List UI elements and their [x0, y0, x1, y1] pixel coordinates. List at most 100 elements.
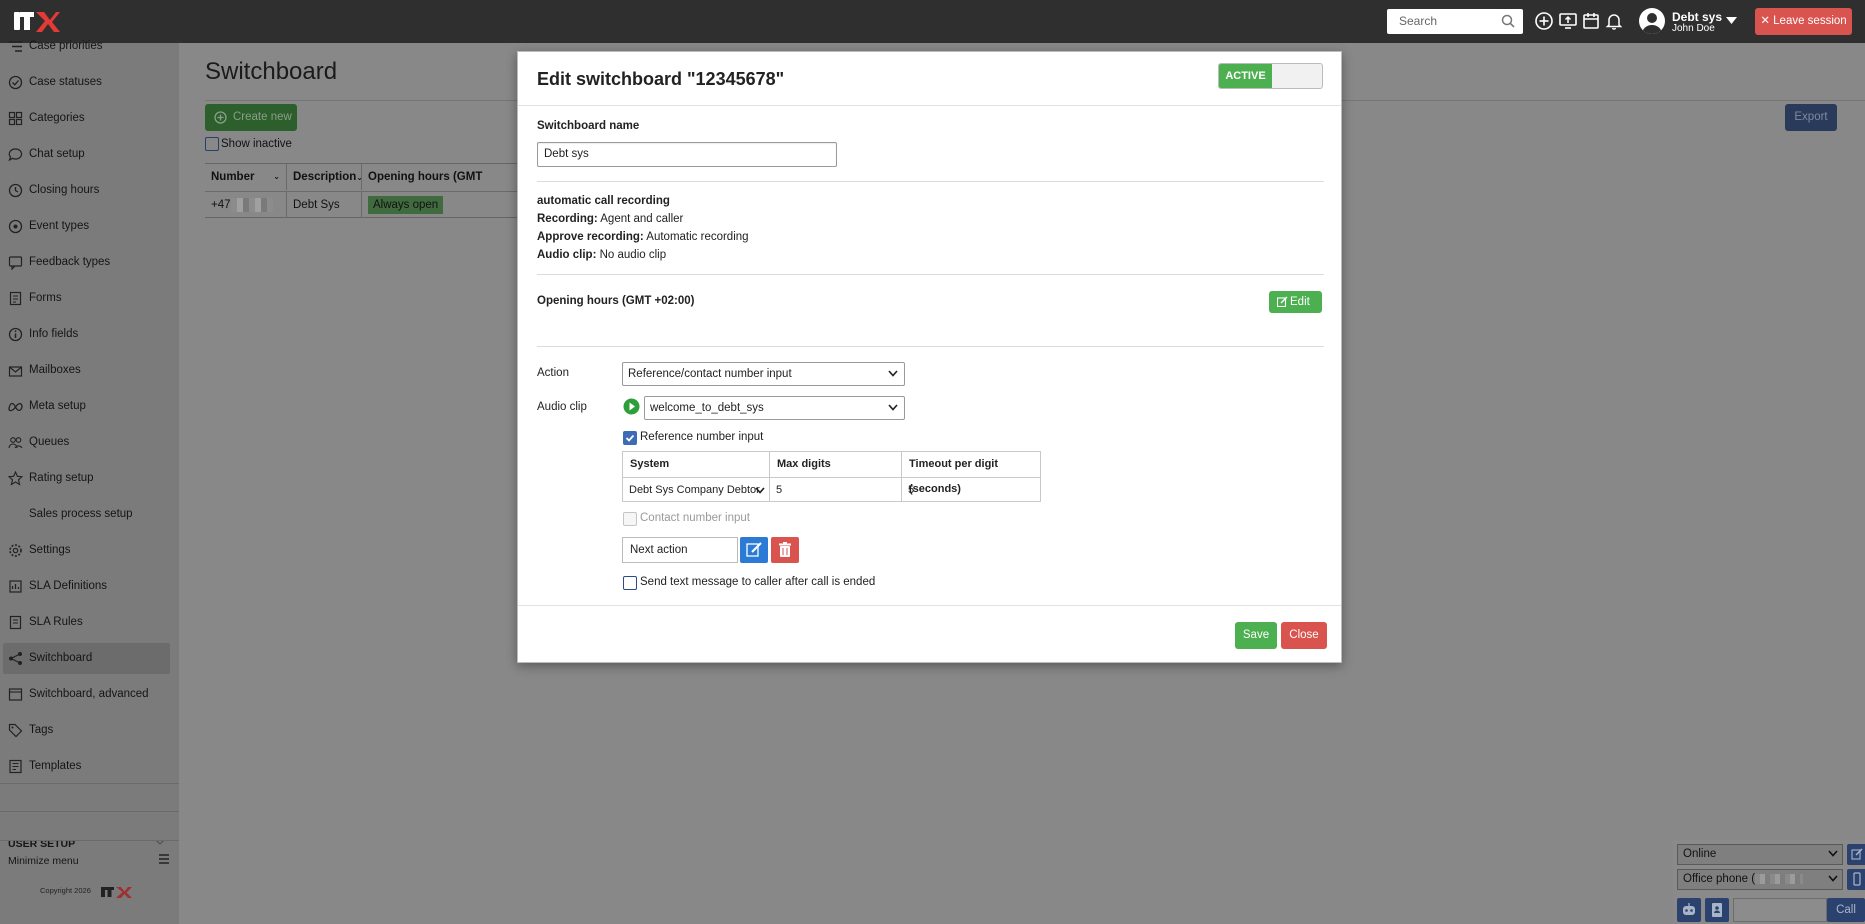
mobile-device-button[interactable]: [1847, 869, 1865, 890]
modal-footer-divider: [518, 605, 1341, 606]
edit-status-button[interactable]: [1847, 844, 1865, 865]
contacts-button[interactable]: [1705, 898, 1729, 922]
sidebar-item-categories[interactable]: Categories: [3, 103, 170, 134]
opening-hours-label: Opening hours (GMT +02:00): [537, 295, 695, 307]
sidebar-item-switchboard-advanced[interactable]: Switchboard, advanced: [3, 679, 170, 710]
dial-number-input[interactable]: [1733, 898, 1827, 922]
rules-icon: [9, 615, 22, 630]
next-action-field[interactable]: Next action: [622, 537, 738, 563]
app-logo[interactable]: [14, 9, 60, 33]
chevron-down-icon: [1828, 850, 1838, 857]
export-button[interactable]: Export: [1785, 104, 1837, 131]
sidebar-divider: [0, 840, 179, 841]
softphone-widget: Online Office phone ( Call: [1673, 840, 1865, 924]
meta-icon: [8, 402, 23, 412]
template-icon: [9, 759, 22, 774]
hamburger-icon: [159, 854, 169, 864]
chevron-down-icon: [888, 404, 898, 411]
sidebar-item-closing-hours[interactable]: Closing hours: [3, 175, 170, 206]
close-button[interactable]: Close: [1281, 622, 1327, 649]
edit-next-action-button[interactable]: [740, 537, 768, 563]
reference-number-checkbox[interactable]: [623, 431, 637, 445]
calendar-icon[interactable]: [1581, 11, 1601, 31]
delete-next-action-button[interactable]: [771, 537, 799, 563]
sidebar-item-templates[interactable]: Templates: [3, 751, 170, 782]
sidebar-item-switchboard[interactable]: Switchboard: [3, 643, 170, 674]
max-digits-input[interactable]: 5: [769, 477, 901, 502]
sidebar-item-event-types[interactable]: Event types: [3, 211, 170, 242]
send-text-checkbox[interactable]: [623, 576, 637, 590]
switchboard-name-input[interactable]: Debt sys: [537, 142, 837, 167]
add-circle-icon[interactable]: [1534, 11, 1554, 31]
active-toggle[interactable]: ACTIVE: [1218, 63, 1323, 89]
table-cell-opening[interactable]: Always open: [361, 191, 518, 218]
section-divider: [537, 274, 1324, 275]
screen-share-icon[interactable]: [1558, 11, 1578, 31]
event-icon: [8, 219, 23, 234]
sidebar-item-tags[interactable]: Tags: [3, 715, 170, 746]
action-label: Action: [537, 367, 569, 379]
play-icon[interactable]: [623, 398, 640, 415]
system-select[interactable]: Debt Sys Company Debtor: [623, 477, 769, 502]
presence-status-select[interactable]: Online: [1677, 844, 1843, 865]
timeout-input[interactable]: 5: [901, 477, 1041, 502]
sidebar-item-chat-setup[interactable]: Chat setup: [3, 139, 170, 170]
sidebar-item-queues[interactable]: Queues: [3, 427, 170, 458]
modal-header-divider: [518, 105, 1341, 106]
sidebar-item-sla-rules[interactable]: SLA Rules: [3, 607, 170, 638]
column-header-opening-hours[interactable]: Opening hours (GMT +02:00): [361, 164, 518, 209]
contact-number-checkbox[interactable]: [623, 512, 637, 526]
form-icon: [9, 291, 22, 306]
leave-session-button[interactable]: ✕ Leave session: [1755, 8, 1852, 35]
users-icon: [8, 437, 23, 449]
sidebar-item-feedback-types[interactable]: Feedback types: [3, 247, 170, 278]
sidebar-divider: [0, 783, 179, 784]
sidebar-item-forms[interactable]: Forms: [3, 283, 170, 314]
sidebar-item-case-statuses[interactable]: Case statuses: [3, 67, 170, 98]
top-search-input[interactable]: Search: [1387, 9, 1523, 34]
user-subname: John Doe: [1672, 23, 1715, 34]
sidebar-item-sla-definitions[interactable]: SLA Definitions: [3, 571, 170, 602]
clock-icon: [8, 183, 23, 198]
call-button[interactable]: Call: [1827, 898, 1865, 922]
footer-logo: [101, 887, 132, 898]
grid-icon: [8, 111, 23, 126]
copyright-text: Copyright 2026: [40, 886, 91, 895]
user-menu[interactable]: Debt sys John Doe: [1639, 8, 1737, 36]
device-select[interactable]: Office phone (: [1677, 869, 1843, 890]
column-header-system: System: [630, 458, 670, 470]
switchboard-table: Number ⌄ Description⌄ Opening hours (GMT…: [205, 163, 518, 218]
sidebar-item-case-priorities[interactable]: Case priorities: [3, 31, 170, 62]
audio-clip-select[interactable]: welcome_to_debt_sys: [644, 396, 905, 420]
trash-icon: [779, 542, 791, 557]
info-icon: [8, 327, 23, 342]
sidebar-item-sales-process-setup[interactable]: Sales process setup: [3, 499, 170, 530]
save-button[interactable]: Save: [1235, 622, 1277, 649]
tag-icon: [8, 723, 23, 738]
column-header-description[interactable]: Description⌄: [286, 164, 363, 190]
sidebar-divider: [0, 811, 179, 812]
sidebar-item-rating-setup[interactable]: Rating setup: [3, 463, 170, 494]
contact-number-label: Contact number input: [640, 512, 750, 524]
create-new-button[interactable]: Create new: [205, 104, 297, 131]
redacted-device: [1755, 873, 1804, 884]
sidebar-item-mailboxes[interactable]: Mailboxes: [3, 355, 170, 386]
send-text-label: Send text message to caller after call i…: [640, 576, 876, 588]
edit-opening-hours-button[interactable]: Edit: [1269, 291, 1322, 313]
bell-icon[interactable]: [1604, 11, 1624, 31]
minimize-menu-button[interactable]: Minimize menu: [8, 854, 170, 867]
edit-icon: [1851, 848, 1863, 860]
table-cell-number[interactable]: +47: [205, 191, 286, 218]
bot-button[interactable]: [1677, 898, 1701, 922]
switchboard-advanced-icon: [8, 688, 23, 701]
sidebar-item-info-fields[interactable]: Info fields: [3, 319, 170, 350]
action-select[interactable]: Reference/contact number input: [622, 362, 905, 386]
top-bar: Search Debt sys John Doe ✕ Leave session: [0, 0, 1865, 43]
active-toggle-label: ACTIVE: [1219, 64, 1272, 88]
show-inactive-checkbox[interactable]: Show inactive: [205, 137, 292, 151]
table-cell-description[interactable]: Debt Sys: [286, 191, 361, 218]
sidebar-item-settings[interactable]: Settings: [3, 535, 170, 566]
edit-pencil-icon: [746, 542, 762, 557]
column-header-number[interactable]: Number ⌄: [205, 164, 286, 190]
sidebar-item-meta-setup[interactable]: Meta setup: [3, 391, 170, 422]
